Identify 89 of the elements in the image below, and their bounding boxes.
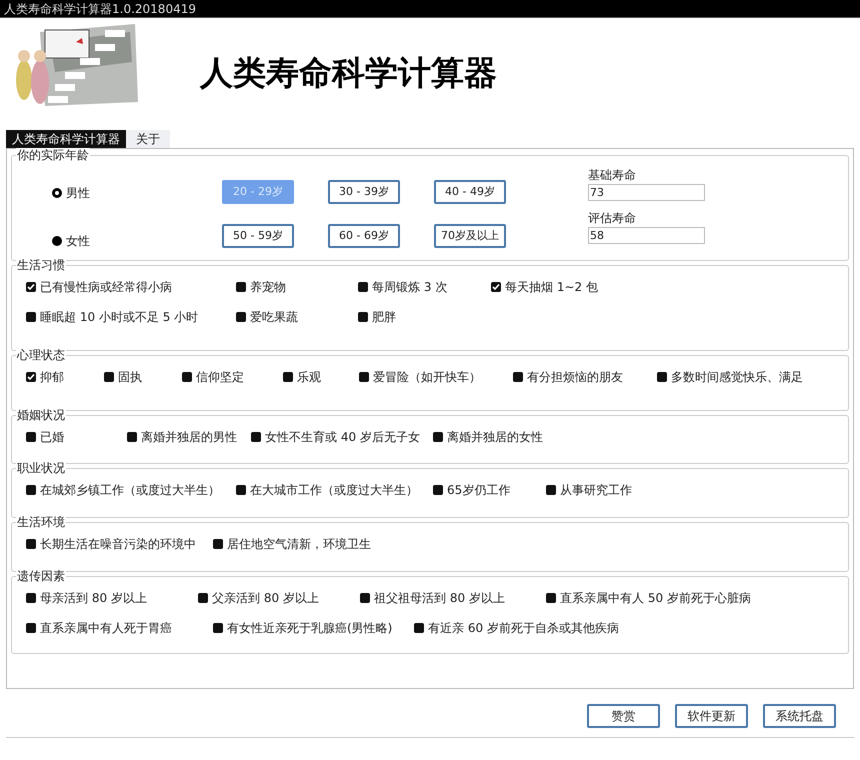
checkbox-label: 祖父祖母活到 80 岁以上 bbox=[374, 590, 505, 607]
checkbox-label: 长期生活在噪音污染的环境中 bbox=[40, 536, 196, 553]
field-label: 基础寿命 bbox=[588, 168, 637, 182]
checkbox[interactable] bbox=[127, 432, 137, 442]
checkbox[interactable] bbox=[358, 282, 368, 292]
checkbox-label: 睡眠超 10 小时或不足 5 小时 bbox=[40, 309, 198, 326]
group-title: 职业状况 bbox=[16, 461, 66, 475]
checkbox[interactable] bbox=[236, 312, 246, 322]
radio-button[interactable] bbox=[52, 236, 62, 246]
checkbox[interactable] bbox=[546, 593, 556, 603]
checkbox[interactable] bbox=[360, 593, 370, 603]
checkbox[interactable] bbox=[26, 539, 36, 549]
action-button[interactable]: 赞赏 bbox=[587, 704, 660, 728]
checkbox-label: 已有慢性病或经常得小病 bbox=[40, 279, 172, 296]
checkbox-label: 爱冒险（如开快车） bbox=[373, 369, 481, 386]
checkbox[interactable] bbox=[236, 282, 246, 292]
checkbox[interactable] bbox=[359, 372, 369, 382]
checkbox[interactable] bbox=[283, 372, 293, 382]
checkbox-label: 肥胖 bbox=[372, 309, 396, 326]
checkbox-label: 65岁仍工作 bbox=[447, 482, 510, 499]
checkbox-label: 有近亲 60 岁前死于自杀或其他疾病 bbox=[428, 620, 619, 637]
age-button[interactable]: 60 - 69岁 bbox=[328, 224, 400, 248]
checkbox-label: 离婚并独居的女性 bbox=[447, 429, 543, 446]
group-title: 心理状态 bbox=[16, 348, 66, 362]
app-title: 人类寿命科学计算器 bbox=[200, 52, 497, 94]
checkbox-label: 抑郁 bbox=[40, 369, 64, 386]
radio-label: 女性 bbox=[66, 233, 90, 250]
checkbox[interactable] bbox=[26, 485, 36, 495]
group-title: 生活习惯 bbox=[16, 258, 66, 272]
checkbox[interactable] bbox=[26, 432, 36, 442]
age-button[interactable]: 70岁及以上 bbox=[434, 224, 506, 248]
age-button[interactable]: 30 - 39岁 bbox=[328, 180, 400, 204]
checkbox-label: 在大城市工作（或度过大半生） bbox=[250, 482, 418, 499]
radio-label: 男性 bbox=[66, 185, 90, 202]
checkbox-label: 从事研究工作 bbox=[560, 482, 632, 499]
checkbox-label: 有分担烦恼的朋友 bbox=[527, 369, 623, 386]
checkbox-label: 离婚并独居的男性 bbox=[141, 429, 237, 446]
group-title: 生活环境 bbox=[16, 515, 66, 529]
checkbox-label: 养宠物 bbox=[250, 279, 286, 296]
action-button[interactable]: 系统托盘 bbox=[763, 704, 836, 728]
checkbox-label: 多数时间感觉快乐、满足 bbox=[671, 369, 803, 386]
checkbox-label: 母亲活到 80 岁以上 bbox=[40, 590, 147, 607]
checkbox[interactable] bbox=[358, 312, 368, 322]
checkbox-label: 信仰坚定 bbox=[196, 369, 244, 386]
checkbox[interactable] bbox=[513, 372, 523, 382]
checkbox-label: 女性不生育或 40 岁后无子女 bbox=[265, 429, 420, 446]
text-field[interactable]: 58 bbox=[588, 227, 705, 244]
checkbox[interactable] bbox=[26, 312, 36, 322]
checkbox[interactable] bbox=[213, 623, 223, 633]
checkbox-label: 爱吃果蔬 bbox=[250, 309, 298, 326]
checkbox[interactable] bbox=[26, 623, 36, 633]
checkbox-label: 每周锻炼 3 次 bbox=[372, 279, 448, 296]
checkbox-label: 直系亲属中有人 50 岁前死于心脏病 bbox=[560, 590, 751, 607]
radio-button[interactable] bbox=[52, 188, 62, 198]
checkbox-label: 直系亲属中有人死于胃癌 bbox=[40, 620, 172, 637]
checkbox-label: 有女性近亲死于乳腺癌(男性略) bbox=[227, 620, 392, 637]
checkbox-label: 已婚 bbox=[40, 429, 64, 446]
checkbox[interactable] bbox=[433, 432, 443, 442]
action-button[interactable]: 软件更新 bbox=[675, 704, 748, 728]
checkbox[interactable] bbox=[251, 432, 261, 442]
checkbox[interactable] bbox=[104, 372, 114, 382]
checkbox-label: 固执 bbox=[118, 369, 142, 386]
checkbox-label: 在城郊乡镇工作（或度过大半生） bbox=[40, 482, 220, 499]
checkbox[interactable] bbox=[26, 593, 36, 603]
group-title: 你的实际年龄 bbox=[16, 148, 90, 162]
checkbox-label: 父亲活到 80 岁以上 bbox=[212, 590, 319, 607]
checkbox[interactable] bbox=[657, 372, 667, 382]
checkbox[interactable] bbox=[433, 485, 443, 495]
checkbox-label: 每天抽烟 1~2 包 bbox=[505, 279, 598, 296]
checkbox[interactable] bbox=[198, 593, 208, 603]
checkbox[interactable] bbox=[546, 485, 556, 495]
checkbox[interactable] bbox=[491, 282, 501, 292]
checkbox[interactable] bbox=[26, 282, 36, 292]
checkbox[interactable] bbox=[414, 623, 424, 633]
checkbox[interactable] bbox=[236, 485, 246, 495]
field-label: 评估寿命 bbox=[588, 211, 637, 225]
checkbox[interactable] bbox=[182, 372, 192, 382]
group-title: 婚姻状况 bbox=[16, 408, 66, 422]
tab[interactable]: 关于 bbox=[126, 130, 170, 148]
age-button[interactable]: 50 - 59岁 bbox=[222, 224, 294, 248]
group-title: 遗传因素 bbox=[16, 569, 66, 583]
checkbox-label: 居住地空气清新，环境卫生 bbox=[227, 536, 371, 553]
tab[interactable]: 人类寿命科学计算器 bbox=[6, 130, 126, 148]
checkbox[interactable] bbox=[213, 539, 223, 549]
text-field[interactable]: 73 bbox=[588, 184, 705, 201]
checkbox[interactable] bbox=[26, 372, 36, 382]
window-title: 人类寿命科学计算器1.0.20180419 bbox=[4, 0, 196, 18]
checkbox-label: 乐观 bbox=[297, 369, 321, 386]
age-button[interactable]: 40 - 49岁 bbox=[434, 180, 506, 204]
